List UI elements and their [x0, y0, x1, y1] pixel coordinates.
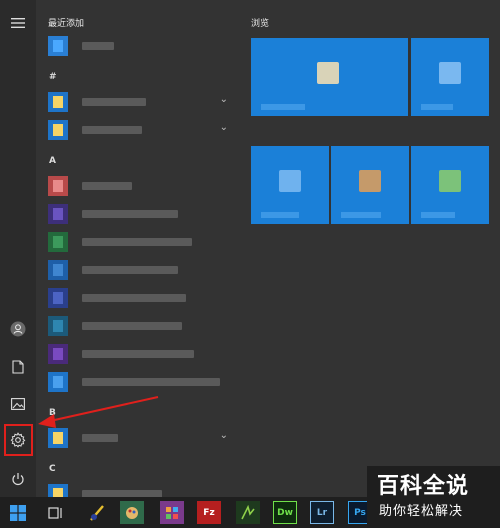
- task-view-icon[interactable]: [44, 501, 68, 524]
- watermark-subtitle: 助你轻松解决: [379, 504, 464, 519]
- windows-logo-icon[interactable]: [6, 501, 30, 524]
- puzzle-app-icon[interactable]: [160, 501, 184, 524]
- watermark-title: 百科全说: [377, 474, 470, 499]
- watermark-logo: 百科全说 助你轻松解决: [367, 466, 500, 528]
- annotation-arrow: [38, 396, 159, 428]
- dreamweaver-icon[interactable]: Dw: [273, 501, 297, 524]
- spark-app-icon[interactable]: [236, 501, 260, 524]
- start-menu: 最近添加 # ⌄ ⌄ A B ⌄ C 浏览: [0, 0, 500, 497]
- paint-app-icon[interactable]: [120, 501, 144, 524]
- pen-app-icon[interactable]: [86, 501, 110, 524]
- lightroom-icon[interactable]: Lr: [310, 501, 334, 524]
- filezilla-icon[interactable]: Fz: [197, 501, 221, 524]
